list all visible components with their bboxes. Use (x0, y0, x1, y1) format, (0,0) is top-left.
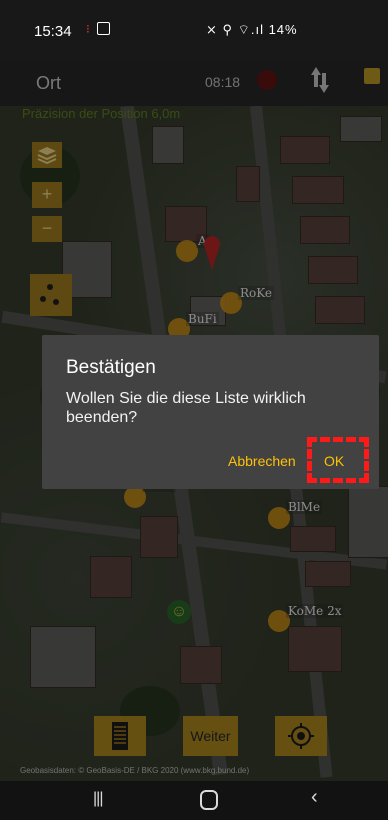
status-right-icons: ⨯ ⚲ ⌔.ıl 14% (206, 22, 298, 37)
status-time: 15:34 (34, 23, 72, 40)
screenshot-icon (96, 22, 110, 35)
ok-highlight-box (307, 437, 369, 483)
navigation-bar: ||| ‹ (0, 781, 388, 820)
dialog-message: Wollen Sie die diese Liste wirklich been… (66, 390, 306, 426)
phone-screen: 15:34 ⁝ ⨯ ⚲ ⌔.ıl 14% Ort 08:18 Präzision… (0, 0, 388, 820)
cancel-button[interactable]: Abbrechen (228, 453, 296, 469)
dialog-title: Bestätigen (66, 357, 156, 378)
home-icon[interactable] (200, 790, 218, 810)
recents-icon[interactable]: ||| (93, 790, 104, 808)
notification-icons: ⁝ (86, 22, 110, 36)
status-bar: 15:34 ⁝ ⨯ ⚲ ⌔.ıl 14% (0, 0, 388, 60)
back-icon[interactable]: ‹ (311, 786, 318, 809)
